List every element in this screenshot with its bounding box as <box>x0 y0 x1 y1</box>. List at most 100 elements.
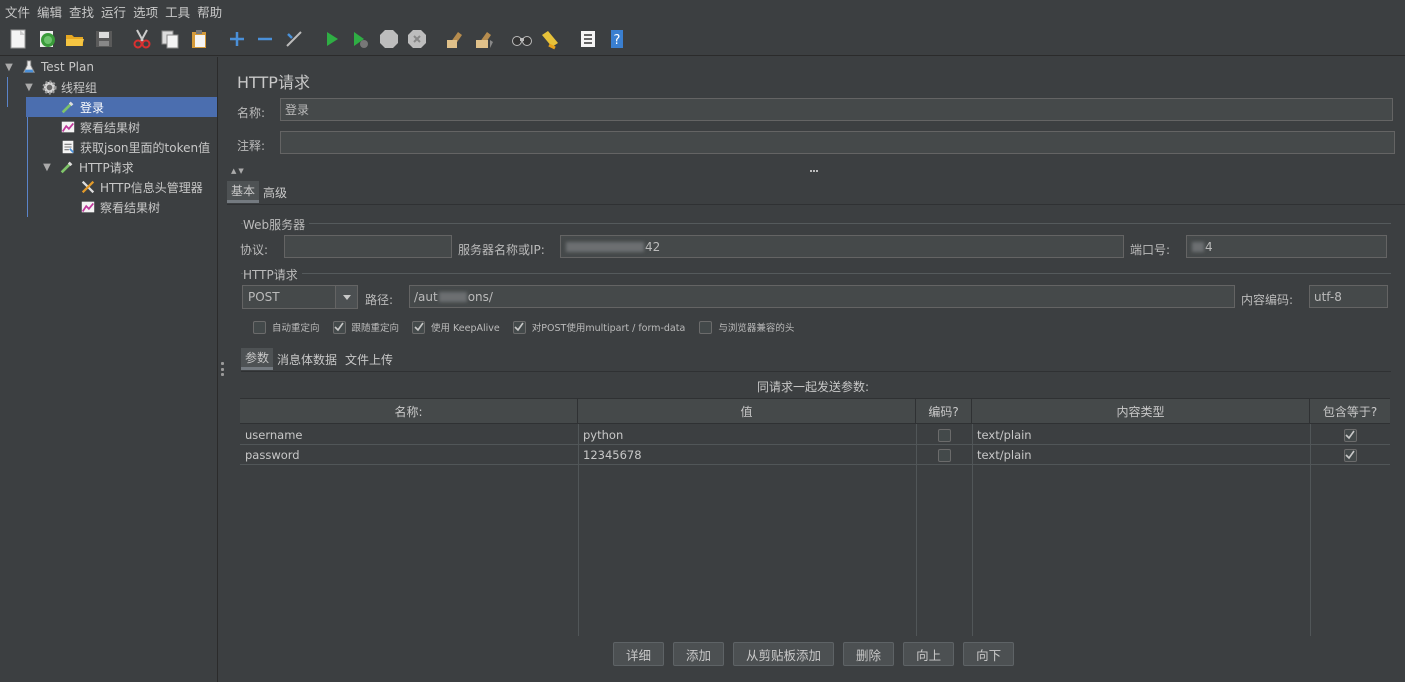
main-tabs: 基本 高级 <box>227 181 291 203</box>
detail-button[interactable]: 详细 <box>613 642 665 666</box>
column-header-include-equals[interactable]: 包含等于? <box>1310 399 1390 424</box>
content-encoding-field[interactable]: utf-8 <box>1309 285 1388 308</box>
move-down-button[interactable]: 向下 <box>963 642 1015 666</box>
auto-redirect-checkbox[interactable] <box>253 320 266 334</box>
paste-icon[interactable] <box>187 27 211 51</box>
help-icon[interactable]: ? <box>605 27 629 51</box>
save-icon[interactable] <box>92 27 116 51</box>
add-button[interactable]: 添加 <box>673 642 725 666</box>
tree-item-thread-group[interactable]: ▼ 线程组 <box>0 77 218 97</box>
http-request-group-title: HTTP请求 <box>243 266 302 283</box>
path-field[interactable]: /aut ons/ <box>409 285 1235 308</box>
multipart-checkbox[interactable] <box>512 320 526 334</box>
menu-help[interactable]: 帮助 <box>195 2 227 21</box>
tree-item-result-tree[interactable]: 察看结果树 <box>0 117 218 137</box>
encode-cell <box>916 425 972 445</box>
tree-item-json-extractor[interactable]: 获取json里面的token值 <box>0 137 218 157</box>
cut-icon[interactable] <box>130 27 154 51</box>
redacted-text <box>438 291 467 302</box>
stop-icon[interactable] <box>377 27 401 51</box>
gear-icon <box>40 78 58 96</box>
content-type-cell[interactable]: text/plain <box>972 425 1310 445</box>
open-icon[interactable] <box>63 27 87 51</box>
encode-checkbox[interactable] <box>937 448 951 462</box>
shutdown-icon[interactable] <box>405 27 429 51</box>
parameters-table: 名称: 值 编码? 内容类型 包含等于? username python tex… <box>240 398 1390 636</box>
content-type-cell[interactable]: text/plain <box>972 445 1310 465</box>
protocol-field[interactable] <box>284 235 452 258</box>
collapse-arrows-icon[interactable]: ▲▼ <box>231 167 246 175</box>
table-row[interactable]: password 12345678 text/plain <box>240 445 1390 465</box>
tree-item-result-tree-2[interactable]: 察看结果树 <box>0 197 218 217</box>
encode-checkbox[interactable] <box>937 428 951 442</box>
chevron-down-icon[interactable] <box>335 286 357 308</box>
column-header-value[interactable]: 值 <box>578 399 916 424</box>
chevron-down-icon[interactable]: ▼ <box>2 60 16 74</box>
param-value-cell[interactable]: 12345678 <box>578 445 916 465</box>
browser-headers-label: 与浏览器兼容的头 <box>718 323 795 334</box>
tab-parameters[interactable]: 参数 <box>241 348 274 370</box>
reset-search-icon[interactable] <box>538 27 562 51</box>
column-header-encode[interactable]: 编码? <box>916 399 972 424</box>
port-field[interactable]: 4 <box>1186 235 1387 258</box>
toggle-icon[interactable] <box>282 27 306 51</box>
new-icon[interactable] <box>6 27 30 51</box>
tree-item-http-request[interactable]: ▼ HTTP请求 <box>0 157 218 177</box>
start-icon[interactable] <box>320 27 344 51</box>
chevron-down-icon[interactable]: ▼ <box>40 160 54 174</box>
vertical-splitter[interactable] <box>218 57 227 682</box>
tree-item-header-manager[interactable]: HTTP信息头管理器 <box>0 177 218 197</box>
search-icon[interactable] <box>510 27 534 51</box>
column-header-content-type[interactable]: 内容类型 <box>972 399 1310 424</box>
params-caption: 同请求一起发送参数: <box>757 380 870 394</box>
chevron-down-icon[interactable]: ▼ <box>22 80 36 94</box>
menu-run[interactable]: 运行 <box>99 2 131 21</box>
add-from-clipboard-button[interactable]: 从剪贴板添加 <box>733 642 835 666</box>
method-value: POST <box>248 290 280 304</box>
redacted-text <box>566 241 644 252</box>
clear-all-icon[interactable] <box>472 27 496 51</box>
tab-advanced[interactable]: 高级 <box>259 181 291 203</box>
function-helper-icon[interactable] <box>576 27 600 51</box>
name-field[interactable]: 登录 <box>280 98 1393 121</box>
http-request-panel: HTTP请求 名称: 登录 注释: ▲▼ 基本 高级 Web服务器 协议: 服务… <box>227 57 1405 682</box>
browser-headers-checkbox[interactable] <box>699 320 713 334</box>
auto-redirect-label: 自动重定向 <box>272 323 320 334</box>
param-value-cell[interactable]: python <box>578 425 916 445</box>
table-row[interactable]: username python text/plain <box>240 425 1390 445</box>
param-name-cell[interactable]: password <box>240 445 578 465</box>
flask-icon <box>20 58 38 76</box>
port-label: 端口号: <box>1130 243 1171 257</box>
include-equals-checkbox[interactable] <box>1343 448 1357 462</box>
server-field[interactable]: 42 <box>560 235 1124 258</box>
keepalive-checkbox[interactable] <box>412 320 426 334</box>
start-no-pause-icon[interactable] <box>348 27 372 51</box>
menu-edit[interactable]: 编辑 <box>35 2 67 21</box>
expand-icon[interactable] <box>225 27 249 51</box>
tree-item-test-plan[interactable]: ▼ Test Plan <box>0 57 218 77</box>
collapse-icon[interactable] <box>253 27 277 51</box>
tab-basic[interactable]: 基本 <box>227 181 260 203</box>
param-name-cell[interactable]: username <box>240 425 578 445</box>
comment-field[interactable] <box>280 131 1395 154</box>
copy-icon[interactable] <box>158 27 182 51</box>
menu-file[interactable]: 文件 <box>3 2 35 21</box>
move-up-button[interactable]: 向上 <box>903 642 955 666</box>
group-divider <box>241 223 1391 224</box>
column-header-name[interactable]: 名称: <box>240 399 578 424</box>
include-equals-checkbox[interactable] <box>1343 428 1357 442</box>
content-encoding-label: 内容编码: <box>1241 293 1294 307</box>
menu-tools[interactable]: 工具 <box>163 2 195 21</box>
follow-redirects-checkbox[interactable] <box>332 320 346 334</box>
horizontal-splitter[interactable]: ▲▼ <box>227 167 1405 176</box>
tree-item-login-sampler[interactable]: 登录 <box>26 97 217 117</box>
menu-options[interactable]: 选项 <box>131 2 163 21</box>
tab-files-upload[interactable]: 文件上传 <box>341 348 397 370</box>
menu-search[interactable]: 查找 <box>67 2 99 21</box>
path-label: 路径: <box>365 293 394 307</box>
method-select[interactable]: POST <box>242 285 358 309</box>
templates-icon[interactable] <box>35 27 59 51</box>
clear-icon[interactable] <box>443 27 467 51</box>
delete-button[interactable]: 删除 <box>843 642 895 666</box>
tab-body-data[interactable]: 消息体数据 <box>273 348 341 370</box>
